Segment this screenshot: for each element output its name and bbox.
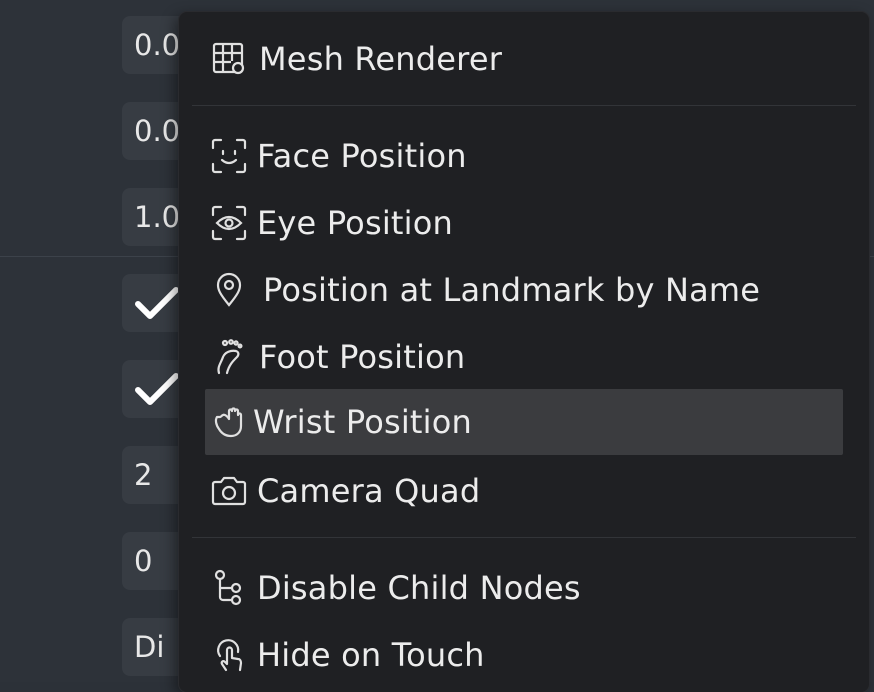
location-pin-icon	[209, 270, 249, 310]
camera-icon	[209, 471, 249, 511]
menu-item-hide-on-touch[interactable]: Hide on Touch	[205, 622, 843, 688]
menu-item-label: Foot Position	[259, 338, 466, 376]
menu-item-label: Face Position	[257, 137, 467, 175]
menu-item-label: Position at Landmark by Name	[263, 271, 761, 309]
menu-item-mesh-renderer[interactable]: Mesh Renderer	[205, 26, 843, 92]
hand-icon	[209, 402, 249, 442]
add-component-menu: Mesh Renderer Face Position Eye Position	[179, 12, 869, 692]
foot-icon	[209, 337, 249, 377]
menu-item-label: Eye Position	[257, 204, 454, 242]
menu-item-face-position[interactable]: Face Position	[205, 123, 843, 189]
menu-item-disable-child-nodes[interactable]: Disable Child Nodes	[205, 555, 843, 621]
menu-item-foot-position[interactable]: Foot Position	[205, 324, 843, 390]
menu-item-position-at-landmark[interactable]: Position at Landmark by Name	[205, 257, 843, 323]
menu-item-label: Disable Child Nodes	[257, 569, 581, 607]
menu-item-wrist-position[interactable]: Wrist Position	[205, 389, 843, 455]
checkmark-icon	[135, 287, 179, 319]
menu-separator	[192, 105, 856, 106]
node-tree-icon	[209, 568, 249, 608]
menu-separator	[192, 537, 856, 538]
menu-item-label: Mesh Renderer	[259, 40, 503, 78]
menu-item-eye-position[interactable]: Eye Position	[205, 190, 843, 256]
menu-item-label: Camera Quad	[257, 472, 481, 510]
face-scan-icon	[209, 136, 249, 176]
menu-item-camera-quad[interactable]: Camera Quad	[205, 458, 843, 524]
menu-item-label: Wrist Position	[253, 403, 473, 441]
eye-scan-icon	[209, 203, 249, 243]
grid-gear-icon	[209, 39, 249, 79]
checkmark-icon	[135, 373, 179, 405]
touch-icon	[209, 635, 249, 675]
menu-item-label: Hide on Touch	[257, 636, 485, 674]
